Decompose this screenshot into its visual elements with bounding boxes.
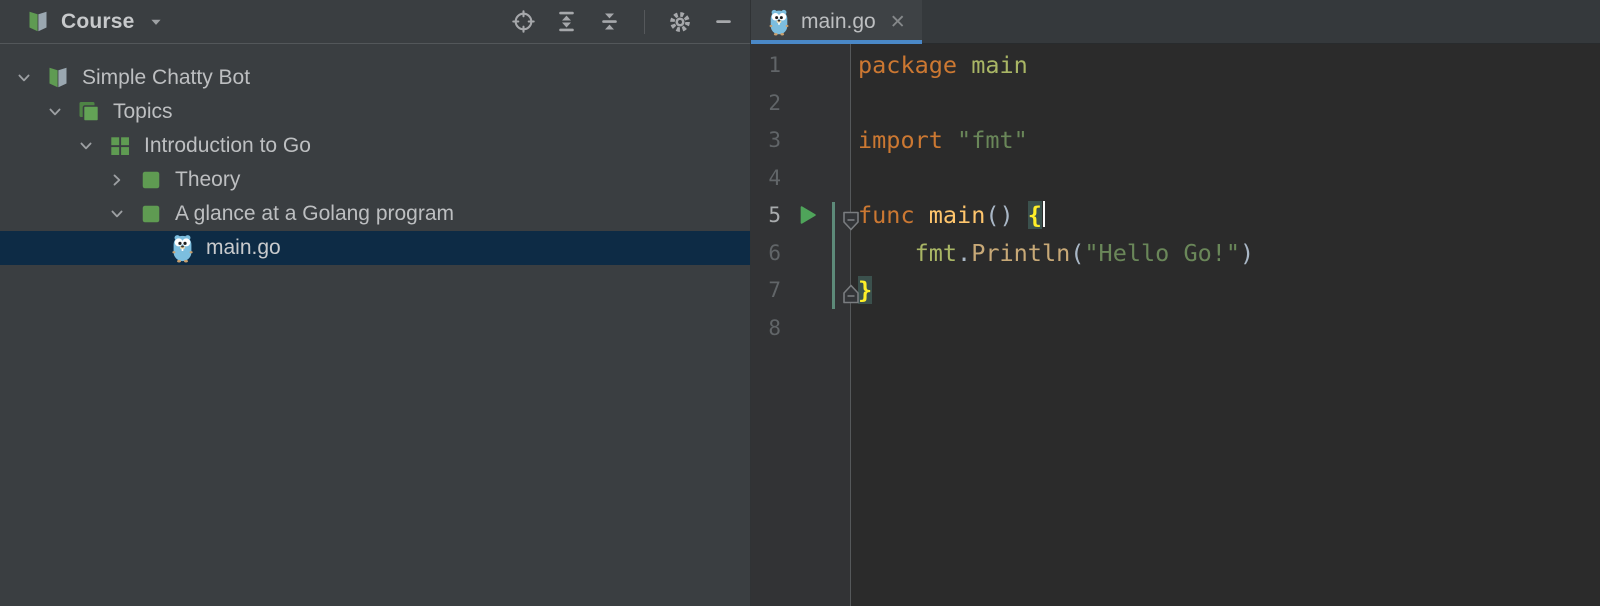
topics-stack-icon (76, 97, 102, 127)
tree-item-main-go[interactable]: main.go (0, 231, 750, 265)
hide-panel-icon[interactable] (709, 7, 738, 36)
editor-gutter[interactable]: 1 2 3 4 5 6 7 8 (751, 44, 851, 606)
line-number: 7 (757, 272, 781, 310)
code-token: main (971, 51, 1028, 79)
select-opened-file-icon[interactable] (509, 7, 538, 36)
close-tab-icon[interactable]: ✕ (890, 11, 906, 33)
code-token: ( (1070, 239, 1084, 267)
code-token: Println (971, 239, 1070, 267)
code-token (957, 51, 971, 79)
code-token: "Hello Go!" (1084, 239, 1240, 267)
tree-item-simple-chatty-bot[interactable]: Simple Chatty Bot (0, 61, 750, 95)
code-token: () (985, 201, 1027, 229)
tree-item-introduction-to-go[interactable]: Introduction to Go (0, 129, 750, 163)
code-line[interactable]: package main (858, 47, 1600, 85)
ide-window: Course (0, 0, 1600, 606)
line-number: 1 (757, 47, 781, 85)
task-square-icon (138, 165, 164, 195)
tree-item-label: Theory (175, 168, 240, 192)
tree-item-label: A glance at a Golang program (175, 202, 454, 226)
tree-item-label: Simple Chatty Bot (82, 66, 250, 90)
code-token: . (957, 239, 971, 267)
tree-item-label: Topics (113, 100, 173, 124)
tree-item-topics[interactable]: Topics (0, 95, 750, 129)
vcs-added-lines-stripe[interactable] (832, 202, 835, 309)
matched-brace: { (1028, 201, 1042, 229)
tool-window-title[interactable]: Course (61, 10, 135, 34)
chevron-down-icon[interactable] (45, 102, 65, 122)
tree-item-label: main.go (206, 236, 281, 260)
toolbar-actions (509, 7, 738, 37)
code-token: package (858, 51, 957, 79)
code-line[interactable]: func main() { (858, 197, 1600, 235)
line-number: 4 (757, 160, 781, 198)
tree-item-theory[interactable]: Theory (0, 163, 750, 197)
code-token: func (858, 201, 915, 229)
settings-gear-icon[interactable] (665, 7, 695, 37)
tree-item-a-glance-at-a-golang-program[interactable]: A glance at a Golang program (0, 197, 750, 231)
run-main-icon[interactable] (797, 204, 819, 226)
code-line[interactable]: import "fmt" (858, 122, 1600, 160)
tree-item-label: Introduction to Go (144, 134, 311, 158)
course-book-icon (26, 10, 50, 34)
course-book-icon (45, 63, 71, 93)
line-number: 3 (757, 122, 781, 160)
course-tree: Simple Chatty Bot Topics Introduction to… (0, 44, 750, 265)
tool-window-dropdown-chevron-icon[interactable] (145, 11, 167, 33)
code-line[interactable] (858, 310, 1600, 348)
course-toolbar: Course (0, 0, 750, 44)
line-number: 6 (757, 235, 781, 273)
tab-label: main.go (801, 10, 876, 34)
code-token (915, 201, 929, 229)
code-line[interactable] (858, 160, 1600, 198)
go-gopher-icon (169, 233, 195, 263)
chevron-down-icon[interactable] (14, 68, 34, 88)
editor-panel: main.go ✕ 1 2 3 4 5 6 7 8 (751, 0, 1600, 606)
chevron-down-icon[interactable] (107, 204, 127, 224)
code-line[interactable]: fmt.Println("Hello Go!") (858, 235, 1600, 273)
code-token: ) (1240, 239, 1254, 267)
chevron-down-icon[interactable] (76, 136, 96, 156)
code-token: "fmt" (957, 126, 1028, 154)
collapse-all-icon[interactable] (595, 7, 624, 36)
task-square-icon (138, 199, 164, 229)
go-gopher-icon (767, 8, 791, 36)
editor-tab-bar: main.go ✕ (751, 0, 1600, 44)
code-token (943, 126, 957, 154)
code-line[interactable] (858, 85, 1600, 123)
code-token: main (929, 201, 986, 229)
code-token: fmt (915, 239, 957, 267)
fold-region-start-icon[interactable] (840, 210, 862, 232)
code-editor[interactable]: 1 2 3 4 5 6 7 8 (751, 44, 1600, 606)
fold-region-end-icon[interactable] (840, 283, 862, 305)
course-tool-window: Course (0, 0, 750, 606)
line-number: 2 (757, 85, 781, 123)
lesson-grid-icon (107, 131, 133, 161)
code-area[interactable]: package main import "fmt" func main() { … (851, 44, 1600, 606)
expand-all-icon[interactable] (552, 7, 581, 36)
toolbar-separator (644, 10, 645, 34)
code-line[interactable]: } (858, 272, 1600, 310)
line-number-current: 5 (757, 197, 781, 235)
tab-main-go[interactable]: main.go ✕ (751, 0, 922, 43)
text-caret (1043, 201, 1045, 227)
chevron-right-icon[interactable] (107, 170, 127, 190)
line-number: 8 (757, 310, 781, 348)
chevron-slot-empty (138, 238, 158, 258)
code-token (858, 239, 915, 267)
code-token: import (858, 126, 943, 154)
